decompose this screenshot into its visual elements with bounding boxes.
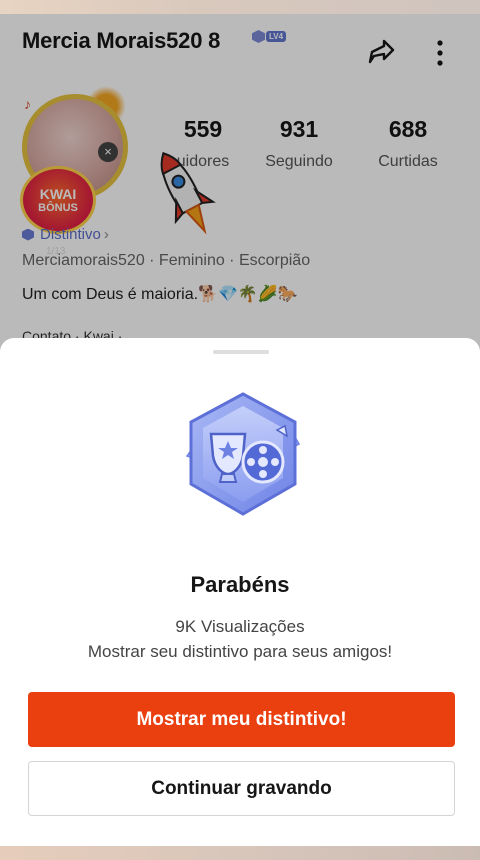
top-status-strip [0, 0, 480, 14]
sheet-title: Parabéns [190, 572, 290, 597]
continue-recording-button[interactable]: Continuar gravando [28, 761, 455, 816]
medal-icon [185, 392, 301, 516]
sheet-subtitle: 9K Visualizações [175, 617, 305, 636]
sheet-drag-handle[interactable] [213, 350, 269, 354]
show-badge-button[interactable]: Mostrar meu distintivo! [28, 692, 455, 747]
achievement-sheet: Parabéns 9K Visualizações Mostrar seu di… [0, 338, 480, 846]
bottom-strip [0, 846, 480, 860]
sheet-message: Mostrar seu distintivo para seus amigos! [87, 642, 393, 661]
